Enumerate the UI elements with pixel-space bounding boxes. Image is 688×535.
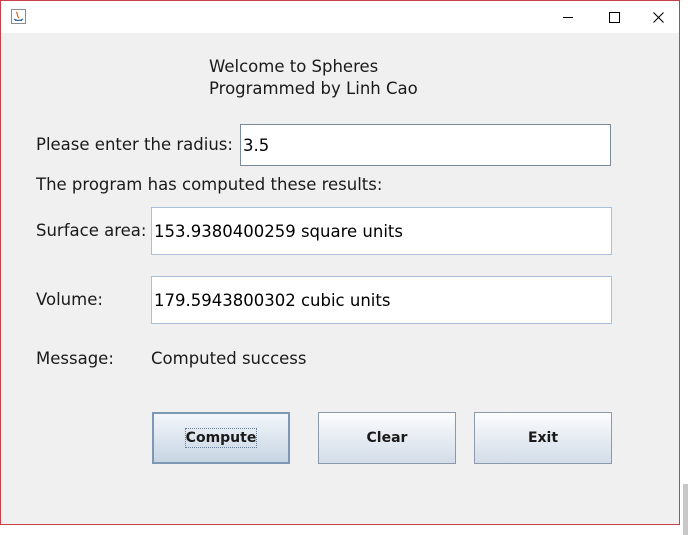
desktop-background-bottom (0, 525, 688, 535)
author-credit: Programmed by Linh Cao (209, 79, 418, 98)
close-button[interactable] (635, 1, 681, 33)
app-window: Welcome to Spheres Programmed by Linh Ca… (0, 0, 680, 525)
maximize-button[interactable] (591, 1, 637, 33)
welcome-text: Welcome to Spheres Programmed by Linh Ca… (209, 56, 418, 100)
surface-area-label: Surface area: (36, 221, 147, 240)
java-app-icon[interactable] (11, 9, 26, 24)
minimize-button[interactable] (545, 1, 591, 33)
volume-field[interactable]: 179.5943800302 cubic units (151, 276, 612, 324)
minimize-icon (563, 17, 573, 18)
clear-button[interactable]: Clear (318, 412, 456, 464)
welcome-title: Welcome to Spheres (209, 57, 379, 76)
window-shadow (683, 484, 688, 535)
results-header: The program has computed these results: (36, 175, 383, 194)
message-label: Message: (36, 349, 114, 368)
title-bar[interactable] (1, 1, 679, 33)
compute-button[interactable]: Compute (152, 412, 290, 464)
radius-label: Please enter the radius: (36, 135, 233, 154)
exit-button[interactable]: Exit (474, 412, 612, 464)
message-value: Computed success (151, 349, 307, 368)
close-icon (652, 11, 664, 23)
surface-area-field[interactable]: 153.9380400259 square units (151, 207, 612, 255)
maximize-icon (608, 11, 620, 23)
desktop-background (681, 0, 688, 535)
volume-label: Volume: (36, 290, 103, 309)
clear-button-label: Clear (366, 430, 408, 446)
compute-button-label: Compute (184, 428, 258, 448)
exit-button-label: Exit (527, 430, 559, 446)
radius-input[interactable]: 3.5 (240, 124, 611, 166)
